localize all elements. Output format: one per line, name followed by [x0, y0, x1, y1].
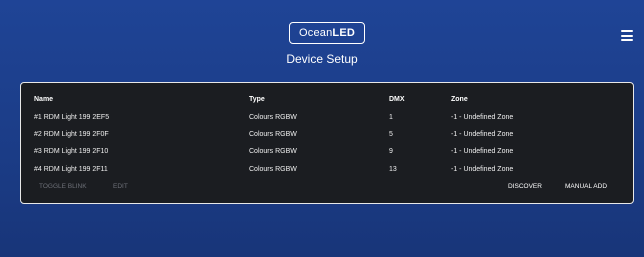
device-name-cell: #3 RDM Light 199 2F10 — [34, 148, 109, 155]
device-type-cell: Colours RGBW — [249, 114, 297, 121]
table-row[interactable]: #3 RDM Light 199 2F10 Colours RGBW 9 -1 … — [21, 148, 633, 160]
column-header-type: Type — [249, 96, 265, 103]
table-row[interactable]: #1 RDM Light 199 2EF5 Colours RGBW 1 -1 … — [21, 114, 633, 126]
device-zone-cell: -1 - Undefined Zone — [451, 166, 514, 173]
table-actions: TOGGLE BLINK EDIT DISCOVER MANUAL ADD — [21, 183, 633, 195]
device-zone-cell: -1 - Undefined Zone — [451, 148, 514, 155]
device-dmx-cell: 1 — [389, 114, 393, 121]
oceanled-logo: Ocean LED — [289, 22, 365, 44]
app-background: Ocean LED Device Setup Name Type DMX Zone… — [0, 0, 644, 257]
table-header: Name Type DMX Zone — [21, 96, 633, 108]
device-dmx-cell: 5 — [389, 131, 393, 138]
device-zone-cell: -1 - Undefined Zone — [451, 114, 514, 121]
edit-button[interactable]: EDIT — [113, 183, 128, 190]
table-row[interactable]: #4 RDM Light 199 2F11 Colours RGBW 13 -1… — [21, 166, 633, 178]
device-table-panel: Name Type DMX Zone #1 RDM Light 199 2EF5… — [20, 82, 634, 204]
column-header-name: Name — [34, 96, 54, 103]
logo-text-led: LED — [332, 27, 356, 39]
device-name-cell: #4 RDM Light 199 2F11 — [34, 166, 108, 173]
table-row[interactable]: #2 RDM Light 199 2F0F Colours RGBW 5 -1 … — [21, 131, 633, 143]
device-dmx-cell: 13 — [389, 166, 397, 173]
menu-bar — [621, 34, 633, 37]
device-type-cell: Colours RGBW — [249, 131, 297, 138]
column-header-zone: Zone — [451, 96, 468, 103]
device-type-cell: Colours RGBW — [249, 166, 297, 173]
menu-bar — [621, 39, 633, 41]
menu-bar — [621, 30, 633, 32]
app-header: Ocean LED Device Setup — [0, 0, 644, 74]
column-header-dmx: DMX — [389, 96, 405, 103]
page-title: Device Setup — [286, 52, 358, 66]
hamburger-menu-icon[interactable] — [621, 30, 633, 41]
manual-add-button[interactable]: MANUAL ADD — [565, 183, 607, 190]
device-name-cell: #2 RDM Light 199 2F0F — [34, 131, 109, 138]
discover-button[interactable]: DISCOVER — [508, 183, 542, 190]
device-name-cell: #1 RDM Light 199 2EF5 — [34, 114, 110, 121]
device-type-cell: Colours RGBW — [249, 148, 297, 155]
device-zone-cell: -1 - Undefined Zone — [451, 131, 514, 138]
device-dmx-cell: 9 — [389, 148, 393, 155]
logo-text-ocean: Ocean — [298, 27, 333, 39]
toggle-blink-button[interactable]: TOGGLE BLINK — [39, 183, 87, 190]
